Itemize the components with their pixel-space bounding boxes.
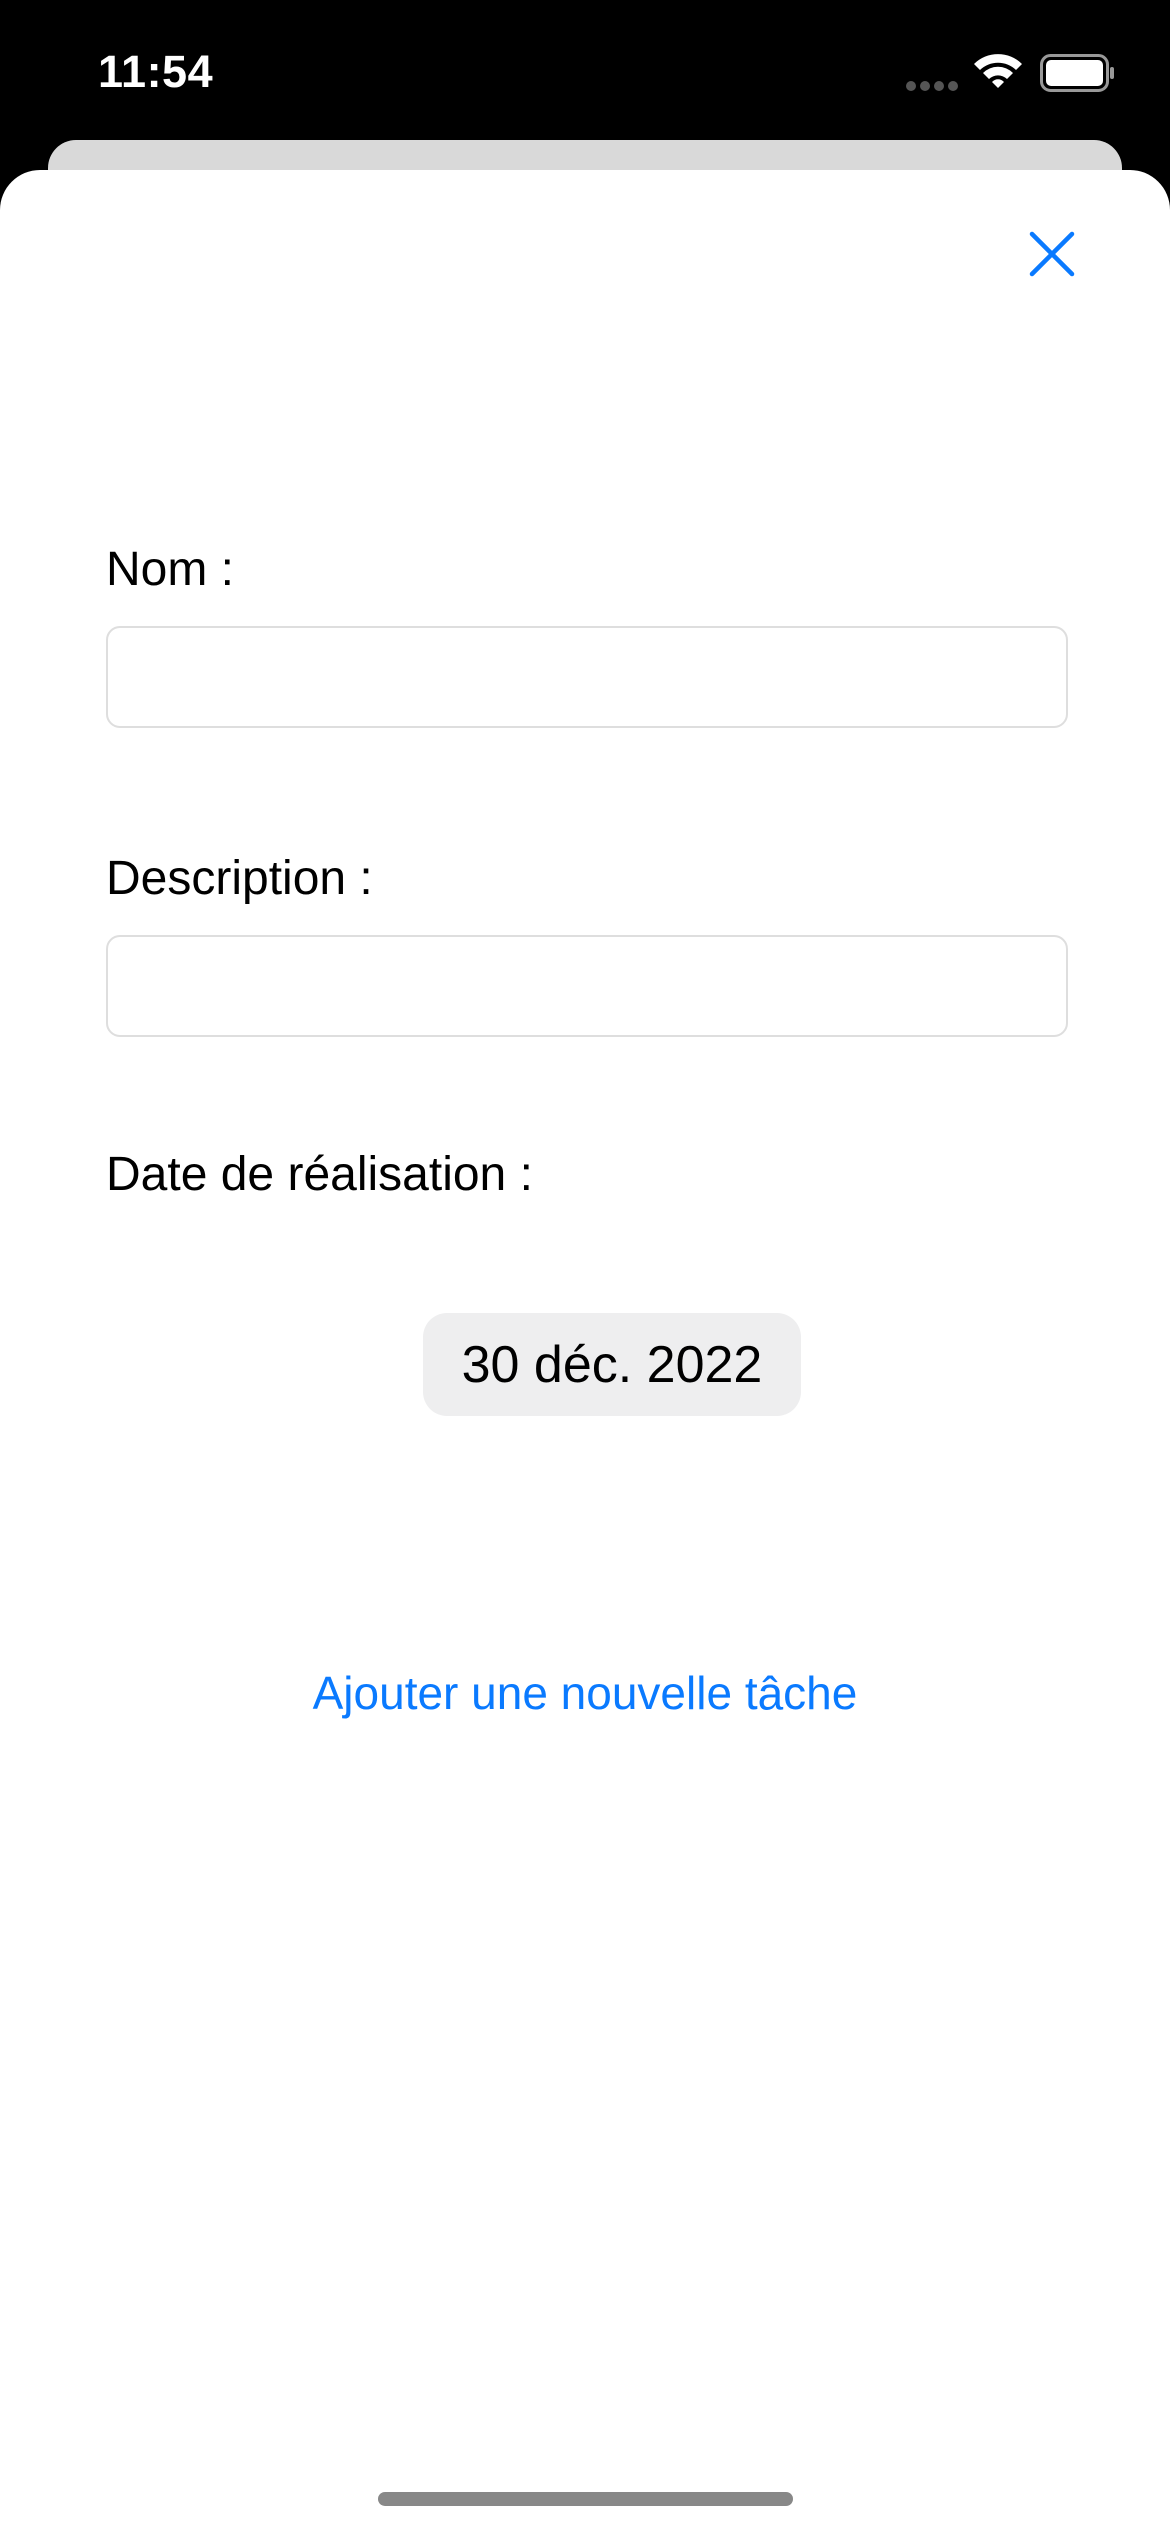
wifi-icon: [974, 54, 1022, 88]
status-time: 11:54: [98, 46, 214, 97]
status-bar: 11:54: [0, 0, 1170, 150]
close-button[interactable]: [1020, 222, 1084, 286]
name-field[interactable]: [106, 626, 1068, 728]
date-label: Date de réalisation :: [106, 1148, 533, 1201]
close-icon: [1029, 231, 1075, 277]
battery-icon: [1040, 54, 1114, 92]
home-indicator: [378, 2492, 793, 2506]
date-picker-button[interactable]: 30 déc. 2022: [423, 1313, 801, 1416]
signal-icon: [906, 81, 958, 91]
description-label: Description :: [106, 852, 373, 905]
description-field[interactable]: [106, 935, 1068, 1037]
name-label: Nom :: [106, 543, 235, 596]
add-task-button[interactable]: Ajouter une nouvelle tâche: [0, 1666, 1170, 1720]
